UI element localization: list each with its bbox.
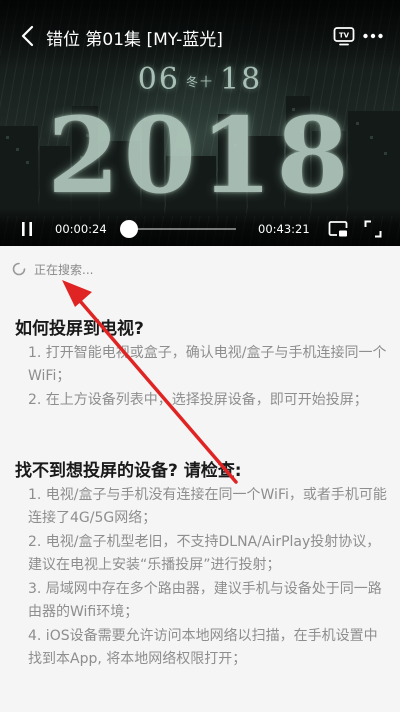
video-frame-year: 2018 (47, 94, 353, 217)
chevron-left-icon (21, 25, 34, 47)
check-step-1: 1. 电视/盒子与手机没有连接在同一个WiFi，或者手机可能连接了4G/5G网络… (28, 487, 387, 526)
how-to-cast-heading: 如何投屏到电视? (15, 319, 144, 339)
player-top-bar: 错位 第01集 [MY-蓝光] TV (0, 0, 400, 70)
seek-bar[interactable] (128, 228, 236, 230)
total-duration: 00:43:21 (258, 222, 310, 236)
tv-cast-icon: TV (333, 27, 355, 46)
current-time: 00:00:24 (55, 222, 107, 236)
seek-thumb[interactable] (119, 220, 138, 238)
video-player[interactable]: 06 冬十 18 2018 错位 第01集 [MY-蓝光] TV 00:00:2… (0, 0, 400, 246)
player-controls: 00:00:24 00:43:21 (0, 208, 400, 246)
searching-text: 正在搜索... (34, 263, 94, 277)
picture-in-picture-icon (328, 221, 348, 237)
pause-icon (22, 222, 32, 236)
how-step-2: 2. 在上方设备列表中，选择投屏设备，即可开始投屏； (28, 392, 368, 408)
svg-text:TV: TV (339, 32, 350, 40)
more-options-button[interactable] (362, 27, 384, 45)
picture-in-picture-button[interactable] (328, 220, 348, 238)
back-button[interactable] (18, 24, 40, 48)
pause-button[interactable] (18, 220, 36, 238)
tv-cast-button[interactable]: TV (333, 26, 355, 46)
loading-spinner-icon (12, 262, 26, 276)
fullscreen-button[interactable] (364, 220, 382, 238)
check-step-2: 2. 电视/盒子机型老旧，不支持DLNA/AirPlay投射协议，建议在电视上安… (28, 534, 381, 573)
device-not-found-heading: 找不到想投屏的设备? 请检查: (15, 461, 242, 481)
fullscreen-icon (364, 220, 382, 238)
cast-panel: 正在搜索... 如何投屏到电视? 1. 打开智能电视或盒子，确认电视/盒子与手机… (0, 246, 400, 712)
video-frame-date-separator: 冬十 (185, 74, 214, 89)
check-step-3: 3. 局域网中存在多个路由器，建议手机与设备处于同一路由器的Wifi环境； (28, 581, 382, 620)
how-step-1: 1. 打开智能电视或盒子，确认电视/盒子与手机连接同一个WiFi； (28, 345, 387, 384)
check-step-4: 4. iOS设备需要允许访问本地网络以扫描，在手机设置中找到本App, 将本地网… (28, 628, 378, 667)
more-horizontal-icon (363, 33, 383, 39)
video-title: 错位 第01集 [MY-蓝光] (46, 30, 223, 50)
